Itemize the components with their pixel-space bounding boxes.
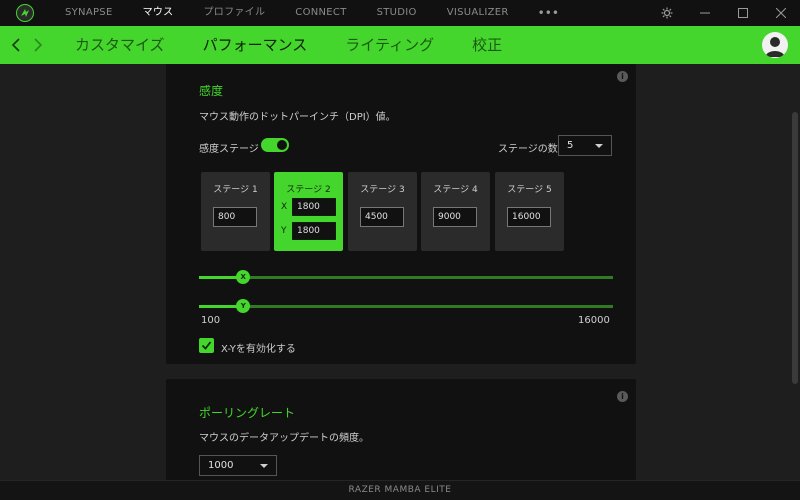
title-bar: SYNAPSE マウス プロファイル CONNECT STUDIO VISUAL… (0, 0, 800, 26)
stage-count-label: ステージの数 (498, 144, 558, 155)
window-controls (648, 0, 800, 26)
slider-track (199, 276, 613, 279)
dpi-x-slider-handle[interactable]: X (236, 270, 251, 284)
nav-connect[interactable]: CONNECT (280, 0, 361, 26)
xy-enable-checkbox[interactable] (199, 338, 214, 353)
info-icon[interactable]: i (617, 71, 628, 82)
nav-profiles[interactable]: プロファイル (188, 0, 280, 26)
stage-2-card[interactable]: ステージ 2 X 1800 Y 1800 (274, 172, 343, 251)
forward-button[interactable] (27, 26, 49, 64)
tab-performance[interactable]: パフォーマンス (184, 26, 327, 64)
stage-3-dpi-input[interactable]: 4500 (360, 207, 404, 227)
stage-2-dpi-y-input[interactable]: 1800 (292, 222, 336, 240)
stage-5-card[interactable]: ステージ 5 16000 (495, 172, 564, 251)
tab-customize[interactable]: カスタマイズ (49, 26, 184, 64)
sensitivity-stages-toggle[interactable] (261, 138, 289, 152)
nav-more-button[interactable]: ••• (524, 0, 573, 26)
nav-mouse[interactable]: マウス (128, 0, 189, 26)
device-name-footer: RAZER MAMBA ELITE (0, 480, 800, 500)
stage-1-card[interactable]: ステージ 1 800 (201, 172, 270, 251)
content-area: i 感度 マウス動作のドットパーインチ（DPI）値。 感度ステージ ステージの数… (0, 64, 800, 480)
sensitivity-title: 感度 (199, 84, 224, 98)
dpi-y-slider-handle[interactable]: Y (236, 299, 251, 313)
stage-5-label: ステージ 5 (507, 185, 552, 195)
top-nav: SYNAPSE マウス プロファイル CONNECT STUDIO VISUAL… (50, 0, 573, 26)
stage-4-dpi-input[interactable]: 9000 (433, 207, 477, 227)
slider-track (199, 305, 613, 308)
chevron-down-icon (595, 143, 603, 148)
xy-enable-label: X-Yを有効化する (221, 344, 296, 355)
polling-rate-card: i ポーリングレート マウスのデータアップデートの頻度。 1000 (166, 379, 636, 480)
nav-synapse[interactable]: SYNAPSE (50, 0, 128, 26)
dpi-y-slider[interactable]: Y (199, 299, 613, 313)
stage-count-value: 5 (567, 140, 574, 151)
tab-lighting[interactable]: ライティング (326, 26, 453, 64)
user-avatar[interactable] (762, 32, 788, 58)
stage-2-label: ステージ 2 (286, 185, 331, 195)
stage-4-label: ステージ 4 (433, 185, 478, 195)
stage-4-card[interactable]: ステージ 4 9000 (421, 172, 490, 251)
chevron-right-icon (34, 38, 43, 52)
settings-button[interactable] (648, 0, 686, 26)
polling-rate-description: マウスのデータアップデートの頻度。 (199, 433, 369, 444)
stage-2-y-label: Y (281, 226, 287, 236)
stage-2-x-label: X (281, 202, 288, 212)
dpi-range-max: 16000 (578, 315, 610, 326)
sensitivity-card: i 感度 マウス動作のドットパーインチ（DPI）値。 感度ステージ ステージの数… (166, 64, 636, 364)
stage-1-dpi-input[interactable]: 800 (213, 207, 257, 227)
polling-rate-select[interactable]: 1000 (199, 455, 277, 476)
checkmark-icon (201, 341, 212, 350)
dpi-range-min: 100 (201, 315, 221, 326)
back-button[interactable] (5, 26, 27, 64)
close-icon (776, 8, 786, 18)
minimize-button[interactable] (686, 0, 724, 26)
sensitivity-stages-label: 感度ステージ (199, 144, 259, 155)
maximize-icon (738, 8, 748, 18)
polling-rate-value: 1000 (208, 460, 234, 471)
user-icon (765, 37, 785, 57)
section-tab-bar: カスタマイズ パフォーマンス ライティング 校正 (0, 26, 800, 64)
stage-3-label: ステージ 3 (360, 185, 405, 195)
tab-calibration[interactable]: 校正 (453, 26, 521, 64)
stage-3-card[interactable]: ステージ 3 4500 (348, 172, 417, 251)
nav-studio[interactable]: STUDIO (362, 0, 432, 26)
scrollbar-track (790, 64, 800, 480)
razer-logo-icon (16, 4, 34, 22)
chevron-down-icon (260, 463, 268, 468)
scrollbar-thumb[interactable] (792, 112, 798, 384)
stage-5-dpi-input[interactable]: 16000 (507, 207, 551, 227)
info-icon[interactable]: i (617, 391, 628, 402)
dpi-x-slider[interactable]: X (199, 270, 613, 284)
close-button[interactable] (762, 0, 800, 26)
gear-icon (661, 7, 673, 19)
maximize-button[interactable] (724, 0, 762, 26)
razer-logo[interactable] (0, 0, 50, 26)
minimize-icon (700, 12, 710, 14)
stage-count-select[interactable]: 5 (558, 135, 612, 156)
nav-visualizer[interactable]: VISUALIZER (432, 0, 524, 26)
chevron-left-icon (11, 38, 20, 52)
stage-2-dpi-x-input[interactable]: 1800 (292, 198, 336, 216)
polling-rate-title: ポーリングレート (199, 406, 296, 420)
toggle-knob (277, 140, 287, 150)
sensitivity-description: マウス動作のドットパーインチ（DPI）値。 (199, 112, 396, 123)
stage-1-label: ステージ 1 (213, 185, 258, 195)
